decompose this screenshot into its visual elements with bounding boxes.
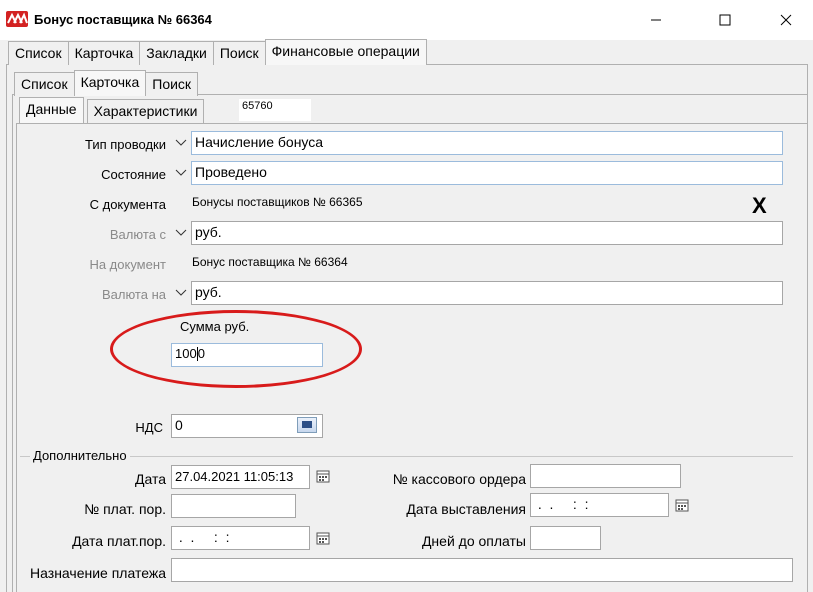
tab-search[interactable]: Поиск <box>212 41 266 65</box>
top-tabs: Список Карточка Закладки Поиск Финансовы… <box>8 39 427 65</box>
cash-order-field[interactable] <box>530 464 681 488</box>
payment-date-label: Дата плат.пор. <box>72 533 166 549</box>
payment-no-field[interactable] <box>171 494 296 518</box>
days-label: Дней до оплаты <box>421 533 526 549</box>
red-highlight-ellipse <box>110 310 362 388</box>
tab-characteristics[interactable]: Характеристики <box>86 99 205 123</box>
date-label: Дата <box>134 471 166 487</box>
tab-list-inner[interactable]: Список <box>14 72 75 96</box>
tip-label: Тип проводки <box>84 137 166 152</box>
currency-to-dropdown-button[interactable] <box>172 282 190 304</box>
to-doc-label: На документ <box>89 257 166 272</box>
chevron-down-icon <box>175 229 187 236</box>
currency-from-field[interactable]: руб. <box>191 221 783 245</box>
chevron-down-icon <box>175 289 187 296</box>
vat-label: НДС <box>135 420 163 435</box>
inner-tabs: Данные Характеристики <box>19 97 205 123</box>
state-field[interactable]: Проведено <box>191 161 783 185</box>
tab-search-inner[interactable]: Поиск <box>145 72 199 96</box>
cash-order-label: № кассового ордера <box>392 471 526 487</box>
calendar-icon[interactable] <box>316 469 330 483</box>
purpose-field[interactable] <box>171 558 793 582</box>
maximize-icon <box>719 14 731 26</box>
tip-field[interactable]: Начисление бонуса <box>191 131 783 155</box>
chevron-down-icon <box>175 139 187 146</box>
tab-list[interactable]: Список <box>8 41 69 65</box>
currency-from-label: Валюта с <box>109 227 166 242</box>
clear-x-button[interactable]: X <box>752 193 767 219</box>
minimize-button[interactable] <box>633 0 679 40</box>
issue-date-field[interactable]: . . : : <box>530 493 669 517</box>
extra-group-border <box>20 456 793 457</box>
tab-data[interactable]: Данные <box>19 97 84 123</box>
calculator-button[interactable] <box>297 417 317 433</box>
from-doc-label: С документа <box>89 197 166 212</box>
minimize-icon <box>651 19 661 21</box>
window-title: Бонус поставщика № 66364 <box>34 12 212 27</box>
date-field[interactable]: 27.04.2021 11:05:13 <box>171 465 310 489</box>
tab-financial-operations[interactable]: Финансовые операции <box>264 39 427 65</box>
tab-card-inner[interactable]: Карточка <box>73 70 147 96</box>
record-id: 65760 <box>239 99 311 121</box>
to-doc-value[interactable]: Бонус поставщика № 66364 <box>192 255 348 269</box>
maximize-button[interactable] <box>702 0 748 40</box>
days-field[interactable] <box>530 526 601 550</box>
extra-group-title: Дополнительно <box>30 448 130 463</box>
app-logo-icon <box>6 11 28 27</box>
tip-dropdown-button[interactable] <box>172 132 190 154</box>
payment-no-label: № плат. пор. <box>84 501 166 517</box>
purpose-label: Назначение платежа <box>30 565 166 581</box>
calendar-icon[interactable] <box>316 531 330 545</box>
currency-to-label: Валюта на <box>101 287 166 302</box>
state-dropdown-button[interactable] <box>172 162 190 184</box>
issue-date-label: Дата выставления <box>406 501 526 517</box>
tab-card[interactable]: Карточка <box>67 41 141 65</box>
calendar-icon[interactable] <box>675 498 689 512</box>
currency-from-dropdown-button[interactable] <box>172 222 190 244</box>
currency-to-field[interactable]: руб. <box>191 281 783 305</box>
from-doc-value[interactable]: Бонусы поставщиков № 66365 <box>192 195 363 209</box>
close-button[interactable] <box>763 0 809 40</box>
state-label: Состояние <box>101 167 166 182</box>
chevron-down-icon <box>175 169 187 176</box>
payment-date-field[interactable]: . . : : <box>171 526 310 550</box>
title-bar: Бонус поставщика № 66364 <box>0 0 813 40</box>
tab-bookmarks[interactable]: Закладки <box>139 41 214 65</box>
mid-tabs: Список Карточка Поиск <box>14 70 199 96</box>
close-icon <box>780 14 792 26</box>
